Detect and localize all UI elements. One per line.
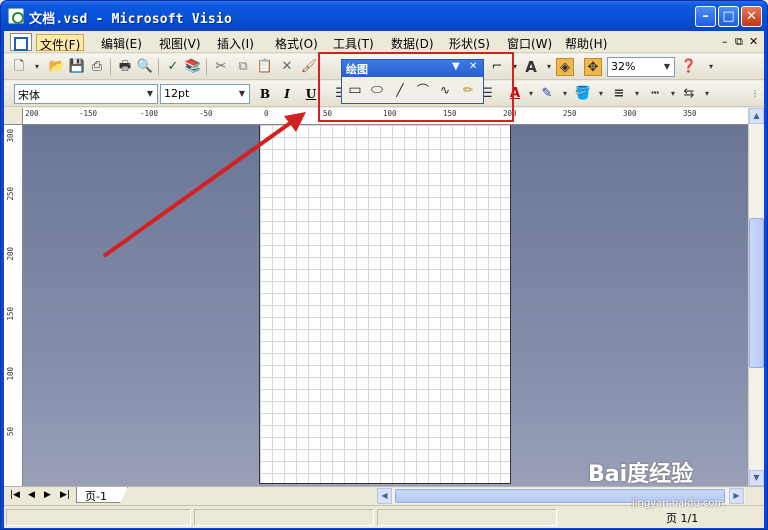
menu-view[interactable]: 视图(V): [156, 34, 204, 51]
ruler-label: 100: [6, 367, 15, 381]
ruler-label: -100: [140, 109, 159, 118]
font-combo[interactable]: 宋体 ▼: [14, 84, 158, 104]
baidu-watermark: Bai度经验 jingyan.baidu.com: [588, 452, 768, 530]
ruler-label: 50: [6, 427, 15, 437]
toolbar-options-icon[interactable]: ▾: [702, 58, 720, 76]
drawing-canvas[interactable]: [23, 125, 748, 486]
size-combo[interactable]: 12pt ▼: [160, 84, 250, 104]
menu-data[interactable]: 数据(D): [388, 34, 437, 51]
scroll-left-icon[interactable]: ◀: [377, 488, 392, 504]
doc-close-button[interactable]: ✕: [749, 35, 758, 48]
spelling-icon[interactable]: ✓: [164, 58, 182, 76]
ruler-label: 300: [6, 129, 15, 143]
page-tab[interactable]: 页-1: [76, 487, 128, 503]
print-preview-icon[interactable]: 🔍: [136, 58, 154, 76]
menu-insert[interactable]: 插入(I): [214, 34, 257, 51]
line-color-dropdown-icon[interactable]: ▾: [556, 85, 574, 103]
ruler-label: 150: [6, 307, 15, 321]
menu-bar: 文件(F) 编辑(E) 视图(V) 插入(I) 格式(O) 工具(T) 数据(D…: [4, 31, 764, 53]
maximize-button[interactable]: □: [718, 6, 739, 27]
menu-shape[interactable]: 形状(S): [446, 34, 493, 51]
menu-format[interactable]: 格式(O): [272, 34, 321, 51]
copy-icon[interactable]: ⧉: [234, 58, 252, 76]
text-tool-icon[interactable]: A: [522, 58, 540, 76]
prev-page-icon[interactable]: ◀: [28, 490, 35, 500]
watermark-url: jingyan.baidu.com: [632, 498, 725, 509]
paste-icon[interactable]: 📋: [256, 58, 274, 76]
line-ends-dropdown-icon[interactable]: ▾: [698, 85, 716, 103]
menu-file[interactable]: 文件(F): [36, 34, 85, 52]
ruler-label: -150: [79, 109, 98, 118]
font-value: 宋体: [18, 89, 40, 102]
window-title: 文档.vsd - Microsoft Visio: [29, 12, 232, 27]
delete-icon[interactable]: ✕: [278, 58, 296, 76]
next-page-icon[interactable]: ▶: [44, 490, 51, 500]
open-icon[interactable]: 📂: [48, 58, 66, 76]
doc-restore-button[interactable]: ⧉: [735, 35, 743, 49]
line-color-icon[interactable]: ✎: [538, 85, 556, 103]
status-cell: [194, 509, 374, 526]
last-page-icon[interactable]: ▶|: [60, 490, 70, 500]
visio-app-icon[interactable]: [8, 8, 24, 24]
document-icon[interactable]: [10, 33, 32, 51]
first-page-icon[interactable]: |◀: [10, 490, 20, 500]
vertical-scrollbar[interactable]: ▲ ▼: [748, 108, 764, 486]
toolbar-options-icon[interactable]: ⋮: [746, 85, 764, 103]
menu-edit[interactable]: 编辑(E): [98, 34, 145, 51]
ruler-label: 300: [623, 109, 637, 118]
new-dropdown-icon[interactable]: ▾: [28, 58, 46, 76]
status-cell: [6, 509, 191, 526]
save-icon[interactable]: 💾: [68, 58, 86, 76]
pan-zoom-icon[interactable]: ✥: [584, 58, 602, 76]
new-icon[interactable]: 🗋: [10, 58, 28, 76]
minimize-button[interactable]: –: [695, 6, 716, 27]
fill-color-dropdown-icon[interactable]: ▾: [592, 85, 610, 103]
fill-color-icon[interactable]: 🪣: [574, 85, 592, 103]
line-pattern-icon[interactable]: ┅: [646, 85, 664, 103]
vertical-ruler[interactable]: 300 250 200 150 100 50: [4, 125, 23, 486]
menu-tools[interactable]: 工具(T): [330, 34, 377, 51]
zoom-value: 32%: [611, 60, 636, 73]
ruler-label: 250: [563, 109, 577, 118]
doc-minimize-button[interactable]: –: [722, 35, 728, 48]
menu-window[interactable]: 窗口(W): [504, 34, 555, 51]
status-cell: [377, 509, 557, 526]
format-painter-icon[interactable]: 🖌: [300, 58, 318, 76]
drawing-page[interactable]: [259, 125, 511, 484]
watermark-logo: Bai度经验: [588, 462, 694, 487]
chevron-down-icon[interactable]: ▼: [235, 85, 249, 103]
print-icon[interactable]: 🖶: [116, 58, 134, 76]
help-icon[interactable]: ❓: [680, 58, 698, 76]
ruler-label: 200: [25, 109, 39, 118]
bold-button[interactable]: B: [256, 85, 274, 103]
ruler-label: 200: [6, 247, 15, 261]
chevron-down-icon[interactable]: ▼: [143, 85, 157, 103]
zoom-combo[interactable]: 32% ▼: [607, 57, 675, 77]
vertical-scroll-thumb[interactable]: [749, 218, 764, 368]
menu-help[interactable]: 帮助(H): [562, 34, 610, 51]
chevron-down-icon[interactable]: ▼: [660, 58, 674, 76]
research-icon[interactable]: 📚: [184, 58, 202, 76]
ruler-label: 250: [6, 187, 15, 201]
permission-icon[interactable]: ⎙: [88, 58, 106, 76]
line-weight-icon[interactable]: ≡: [610, 85, 628, 103]
line-weight-dropdown-icon[interactable]: ▾: [628, 85, 646, 103]
cut-icon[interactable]: ✂: [212, 58, 230, 76]
ruler-label: 350: [683, 109, 697, 118]
ruler-label: 0: [264, 109, 269, 118]
line-ends-icon[interactable]: ⇆: [680, 85, 698, 103]
ruler-label: -50: [199, 109, 213, 118]
ruler-corner[interactable]: [4, 108, 23, 125]
size-value: 12pt: [164, 87, 190, 100]
close-button[interactable]: ✕: [741, 6, 762, 27]
italic-button[interactable]: I: [278, 85, 296, 103]
scroll-up-icon[interactable]: ▲: [749, 108, 764, 124]
highlight-box: [318, 52, 514, 122]
fill-shape-icon[interactable]: ◈: [556, 58, 574, 76]
title-bar[interactable]: 文档.vsd - Microsoft Visio – □ ✕: [1, 1, 767, 31]
